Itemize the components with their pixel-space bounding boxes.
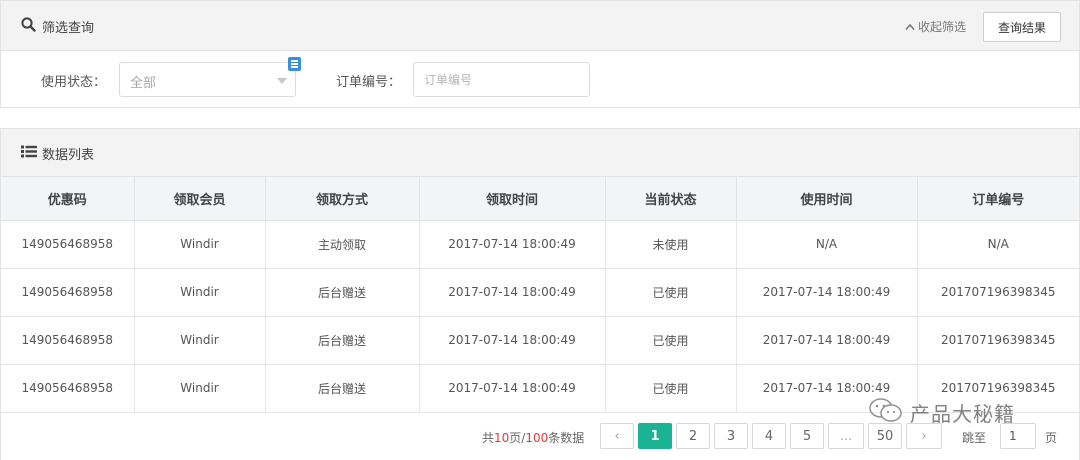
cell-claim-time: 2017-07-14 18:00:49: [419, 316, 606, 365]
cell-claim-method: 主动领取: [265, 220, 420, 269]
cell-claim-time: 2017-07-14 18:00:49: [419, 220, 606, 269]
caret-down-icon: [277, 78, 287, 84]
status-select-value: 全部: [130, 76, 157, 91]
cell-status: 未使用: [605, 220, 737, 269]
data-list-header: 数据列表: [1, 129, 1079, 177]
next-page-button[interactable]: ›: [906, 423, 942, 449]
page-button-2[interactable]: 2: [676, 423, 710, 449]
cell-member: Windir: [134, 364, 266, 413]
table-row: 149056468958 Windir 主动领取 2017-07-14 18:0…: [1, 220, 1079, 269]
filter-title: 筛选查询: [21, 17, 94, 36]
list-badge-icon: [288, 57, 301, 71]
cell-member: Windir: [134, 268, 266, 317]
cell-claim-method: 后台赠送: [265, 268, 420, 317]
column-header-claim-time: 领取时间: [419, 177, 606, 221]
summary-suffix: 条数据: [548, 431, 585, 445]
jump-page-input[interactable]: [1000, 423, 1036, 449]
pagination: 共10页/100条数据 ‹ 1 2 3 4 5 ... 50 › 跳至 页: [0, 422, 1080, 452]
filter-fields-row: 使用状态： 全部 订单编号：: [1, 51, 1079, 108]
prev-page-button[interactable]: ‹: [600, 423, 634, 449]
page-button-5[interactable]: 5: [790, 423, 824, 449]
cell-use-time: 2017-07-14 18:00:49: [736, 316, 918, 365]
page-suffix-label: 页: [1045, 431, 1058, 445]
table-header-row: 优惠码 领取会员 领取方式 领取时间 当前状态 使用时间 订单编号: [1, 177, 1079, 221]
data-list-title: 数据列表: [21, 144, 94, 163]
status-select[interactable]: 全部: [119, 62, 296, 97]
chevron-right-icon: ›: [921, 428, 927, 444]
search-icon: [21, 17, 36, 36]
page-button-3[interactable]: 3: [714, 423, 748, 449]
collapse-filter-link[interactable]: 收起筛选: [905, 18, 966, 35]
total-pages-count: 10: [494, 431, 510, 445]
cell-coupon-code: 149056468958: [1, 220, 135, 269]
column-header-status: 当前状态: [605, 177, 737, 221]
cell-status: 已使用: [605, 268, 737, 317]
cell-claim-time: 2017-07-14 18:00:49: [419, 364, 606, 413]
cell-claim-method: 后台赠送: [265, 364, 420, 413]
chevron-left-icon: ‹: [614, 428, 620, 444]
summary-mid: 页/: [509, 431, 526, 445]
column-header-member: 领取会员: [134, 177, 266, 221]
page-ellipsis: ...: [828, 423, 864, 449]
pagination-summary: 共10页/100条数据: [482, 429, 584, 446]
data-list-title-label: 数据列表: [42, 148, 95, 163]
filter-panel: 筛选查询 收起筛选 查询结果 使用状态： 全部 订单编号：: [0, 0, 1080, 108]
cell-status: 已使用: [605, 364, 737, 413]
page-button-50[interactable]: 50: [868, 423, 902, 449]
chevron-up-icon: [905, 20, 915, 34]
cell-claim-method: 后台赠送: [265, 316, 420, 365]
total-records-count: 100: [525, 431, 549, 445]
column-header-order-no: 订单编号: [917, 177, 1079, 221]
table-row: 149056468958 Windir 后台赠送 2017-07-14 18:0…: [1, 316, 1079, 365]
cell-order-no: N/A: [917, 220, 1079, 269]
collapse-filter-label: 收起筛选: [918, 20, 967, 34]
cell-coupon-code: 149056468958: [1, 268, 135, 317]
page-button-1[interactable]: 1: [638, 423, 672, 449]
filter-panel-header: 筛选查询 收起筛选 查询结果: [1, 1, 1079, 51]
page-button-4[interactable]: 4: [752, 423, 786, 449]
cell-status: 已使用: [605, 316, 737, 365]
cell-use-time: N/A: [736, 220, 918, 269]
coupon-table: 优惠码 领取会员 领取方式 领取时间 当前状态 使用时间 订单编号 149056…: [1, 177, 1079, 413]
cell-member: Windir: [134, 220, 266, 269]
cell-order-no: 201707196398345: [917, 316, 1079, 365]
cell-member: Windir: [134, 316, 266, 365]
filter-title-label: 筛选查询: [42, 21, 95, 36]
jump-to-label: 跳至: [962, 431, 987, 445]
list-icon: [21, 145, 37, 162]
table-row: 149056468958 Windir 后台赠送 2017-07-14 18:0…: [1, 268, 1079, 317]
summary-prefix: 共: [482, 431, 495, 445]
cell-coupon-code: 149056468958: [1, 316, 135, 365]
status-field-label: 使用状态：: [41, 75, 107, 90]
cell-order-no: 201707196398345: [917, 268, 1079, 317]
column-header-coupon-code: 优惠码: [1, 177, 135, 221]
order-field-label: 订单编号：: [336, 75, 402, 90]
cell-coupon-code: 149056468958: [1, 364, 135, 413]
column-header-claim-method: 领取方式: [265, 177, 420, 221]
query-results-button[interactable]: 查询结果: [983, 12, 1061, 42]
order-number-input[interactable]: [413, 62, 590, 97]
cell-use-time: 2017-07-14 18:00:49: [736, 268, 918, 317]
column-header-use-time: 使用时间: [736, 177, 918, 221]
cell-claim-time: 2017-07-14 18:00:49: [419, 268, 606, 317]
